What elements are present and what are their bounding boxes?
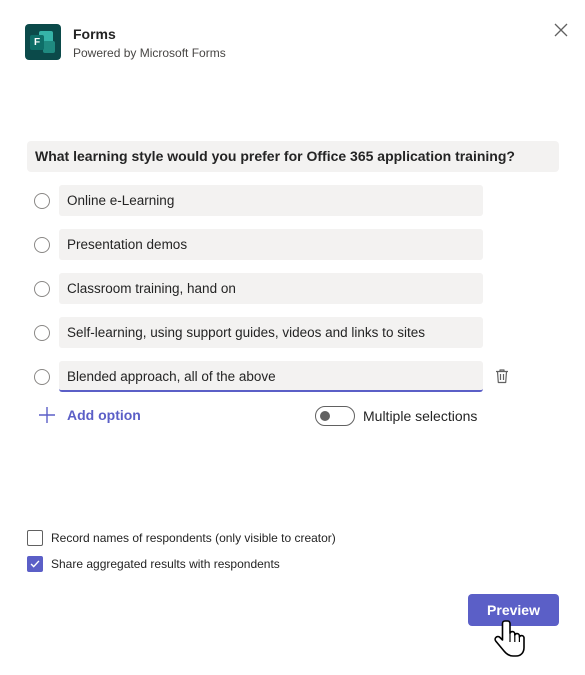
add-option-button[interactable]: Add option bbox=[38, 406, 141, 424]
radio-button[interactable] bbox=[34, 193, 50, 209]
close-icon[interactable] bbox=[553, 22, 569, 38]
option-row: Presentation demos bbox=[34, 229, 554, 260]
checkmark-icon bbox=[30, 560, 40, 568]
option-row: Self-learning, using support guides, vid… bbox=[34, 317, 554, 348]
multiple-selections-label: Multiple selections bbox=[363, 408, 478, 424]
app-title: Forms bbox=[73, 26, 116, 42]
add-option-label: Add option bbox=[67, 407, 141, 423]
option-input[interactable]: Online e-Learning bbox=[59, 185, 483, 216]
hand-pointer-icon bbox=[494, 620, 525, 657]
option-row: Blended approach, all of the above bbox=[34, 361, 554, 392]
share-results-label: Share aggregated results with respondent… bbox=[51, 557, 280, 571]
app-subtitle: Powered by Microsoft Forms bbox=[73, 46, 226, 60]
multiple-selections-control: Multiple selections bbox=[315, 406, 477, 426]
option-input[interactable]: Self-learning, using support guides, vid… bbox=[59, 317, 483, 348]
radio-button[interactable] bbox=[34, 237, 50, 253]
app-header: F Forms Powered by Microsoft Forms bbox=[25, 24, 226, 61]
radio-button[interactable] bbox=[34, 325, 50, 341]
option-row: Online e-Learning bbox=[34, 185, 554, 216]
option-row: Classroom training, hand on bbox=[34, 273, 554, 304]
record-names-checkbox[interactable] bbox=[27, 530, 43, 546]
record-names-label: Record names of respondents (only visibl… bbox=[51, 531, 336, 545]
question-title[interactable]: What learning style would you prefer for… bbox=[27, 141, 559, 172]
option-input-active[interactable]: Blended approach, all of the above bbox=[59, 361, 483, 392]
toggle-knob bbox=[320, 411, 330, 421]
radio-button[interactable] bbox=[34, 369, 50, 385]
option-input[interactable]: Classroom training, hand on bbox=[59, 273, 483, 304]
forms-logo-icon: F bbox=[25, 24, 61, 60]
trash-icon[interactable] bbox=[493, 367, 511, 385]
app-header-text: Forms Powered by Microsoft Forms bbox=[73, 24, 226, 61]
record-names-setting: Record names of respondents (only visibl… bbox=[27, 530, 336, 546]
radio-button[interactable] bbox=[34, 281, 50, 297]
multiple-selections-toggle[interactable] bbox=[315, 406, 355, 426]
plus-icon bbox=[39, 407, 55, 423]
option-input[interactable]: Presentation demos bbox=[59, 229, 483, 260]
share-results-checkbox[interactable] bbox=[27, 556, 43, 572]
share-results-setting: Share aggregated results with respondent… bbox=[27, 556, 280, 572]
